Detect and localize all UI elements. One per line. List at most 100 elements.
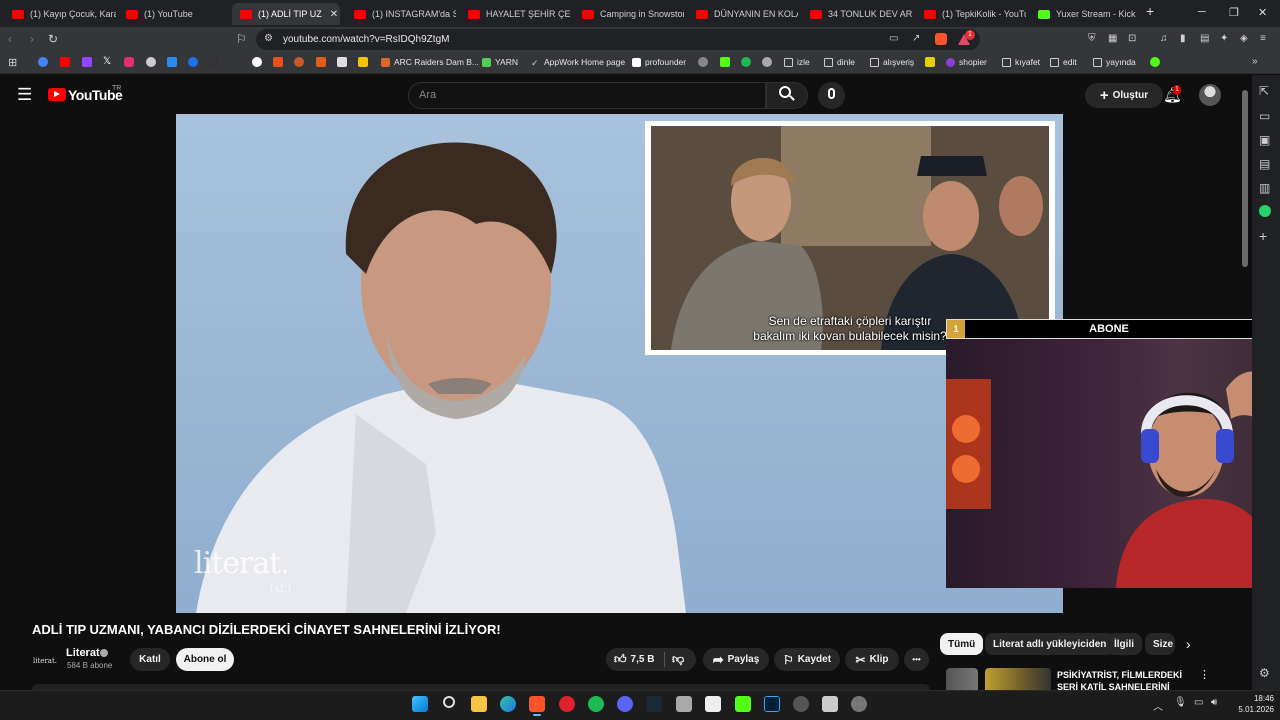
music-icon[interactable]: ♫ (1160, 33, 1168, 44)
back-icon[interactable]: ‹ (8, 32, 12, 46)
side-list-icon[interactable]: ▤ (1259, 157, 1270, 171)
openai-icon[interactable] (762, 57, 772, 67)
bookmark-yarn[interactable]: YARN (482, 57, 518, 67)
app2-icon[interactable] (822, 696, 838, 712)
opera-icon[interactable] (559, 696, 575, 712)
maximize-icon[interactable]: ❐ (1229, 6, 1239, 19)
side-tv-icon[interactable]: ▭ (1259, 109, 1270, 123)
chips-next-icon[interactable]: › (1186, 636, 1191, 652)
edge-icon[interactable] (500, 696, 516, 712)
bookmark-folder-yayinda[interactable]: yayında (1093, 57, 1136, 67)
bookmark-folder-kiyafet[interactable]: kıyafet (1002, 57, 1040, 67)
tab-4[interactable]: (1) INSTAGRAM'da SA (346, 3, 456, 25)
avatar[interactable] (1199, 84, 1221, 106)
misc-icon[interactable] (698, 57, 708, 67)
share-icon[interactable]: ↗ (912, 33, 920, 44)
youtube-icon[interactable] (60, 57, 70, 67)
obs-icon[interactable] (705, 696, 721, 712)
bookmark-folder-edit[interactable]: edit (1050, 57, 1077, 67)
steam-icon[interactable] (646, 696, 662, 712)
photoshop-icon[interactable] (764, 696, 780, 712)
x-icon[interactable]: 𝕏 (103, 56, 111, 67)
tab-3-active[interactable]: (1) ADLİ TIP UZ ✕ (232, 3, 340, 25)
side-add-icon[interactable]: + (1259, 228, 1267, 244)
chip-from-uploader[interactable]: Literat adlı yükleyiciden (985, 633, 1115, 655)
cloud-icon[interactable] (167, 57, 177, 67)
tray-chevron-icon[interactable]: ︿ (1153, 698, 1163, 713)
mic-tray-icon[interactable]: 🎙︎ (1174, 697, 1187, 708)
green-icon[interactable] (1150, 57, 1160, 67)
discord-icon[interactable] (617, 696, 633, 712)
bookmark-appwork[interactable]: ✓ AppWork Home page (531, 57, 625, 68)
like-icon[interactable]: 👍︎ (614, 652, 627, 667)
menu-icon[interactable]: ≡ (1260, 33, 1266, 44)
site-info-icon[interactable]: ⚙ (264, 33, 273, 44)
network-icon[interactable]: ▭ (1194, 697, 1203, 708)
bookmark-icon[interactable]: ⚐ (236, 32, 247, 46)
tab-9[interactable]: (1) TepkiKolik - YouTu (916, 3, 1026, 25)
side-settings-icon[interactable]: ⚙ (1259, 666, 1270, 680)
y-icon[interactable] (925, 57, 935, 67)
channel-avatar[interactable]: literat. (33, 649, 57, 673)
brave-icon[interactable] (529, 696, 545, 712)
spotify-icon[interactable] (741, 57, 751, 67)
apps-icon[interactable]: ⊞ (8, 56, 17, 69)
bookmark-shopier[interactable]: shopier (946, 57, 987, 67)
yellow-icon[interactable] (358, 57, 368, 67)
tab-8[interactable]: 34 TONLUK DEV ARAÇ (802, 3, 912, 25)
bookmark-folder-alisveris[interactable]: alışveriş (870, 57, 914, 67)
minimize-icon[interactable]: ─ (1198, 6, 1206, 18)
sidebar-icon[interactable]: ▮ (1180, 33, 1186, 44)
share-button[interactable]: ➦ Paylaş (703, 648, 769, 671)
join-button[interactable]: Katıl (130, 648, 170, 671)
extension-icon[interactable]: ▦ (1108, 33, 1117, 44)
circle-icon[interactable] (252, 57, 262, 67)
clip-button[interactable]: ✂ Klip (845, 648, 899, 671)
like-count[interactable]: 7,5 B (631, 654, 655, 665)
app-icon[interactable] (793, 696, 809, 712)
bookmark-folder-izle[interactable]: izle (784, 57, 810, 67)
rec-more-icon[interactable]: ⋮ (1199, 668, 1210, 681)
search-icon[interactable] (443, 696, 455, 708)
close-icon[interactable]: ✕ (330, 9, 338, 20)
tab-6[interactable]: Camping in Snowstorm (574, 3, 684, 25)
tab-5[interactable]: HAYALET ŞEHİR ÇERNO (460, 3, 570, 25)
volume-icon[interactable]: 🔊︎ (1211, 697, 1217, 708)
bookmark-profounder[interactable]: profounder (632, 57, 686, 67)
tab-1[interactable]: (1) Kayıp Çocuk, Karan (4, 3, 116, 25)
window-close-icon[interactable]: ✕ (1258, 6, 1267, 19)
dislike-icon[interactable]: 👎︎ (672, 652, 684, 667)
tab-2[interactable]: (1) YouTube (118, 3, 228, 25)
rec-thumb-left[interactable] (946, 668, 978, 690)
screenshot-icon[interactable]: ⊡ (1128, 33, 1136, 44)
start-icon[interactable] (412, 696, 428, 712)
clock[interactable]: 18:46 5.01.2026 (1234, 693, 1274, 715)
hd-icon[interactable] (273, 57, 283, 67)
side-wallet-icon[interactable]: ▣ (1259, 133, 1270, 147)
spotify-icon[interactable] (588, 696, 604, 712)
chip-all[interactable]: Tümü (940, 633, 984, 655)
bookmark-folder-dinle[interactable]: dinle (824, 57, 855, 67)
scrollbar-thumb[interactable] (1242, 90, 1248, 267)
channel-name[interactable]: Literat (66, 647, 100, 659)
ai-icon[interactable]: ✦ (1220, 33, 1228, 44)
tab-7[interactable]: DÜNYANIN EN KOLAY (688, 3, 798, 25)
side-expand-icon[interactable]: ⇱ (1259, 84, 1269, 98)
file-explorer-icon[interactable] (471, 696, 487, 712)
amazon-icon[interactable] (337, 57, 347, 67)
instagram-icon[interactable] (124, 57, 134, 67)
more-bookmarks-icon[interactable]: » (1252, 56, 1258, 67)
hamburger-menu-icon[interactable]: ☰ (17, 85, 32, 105)
url-text[interactable]: youtube.com/watch?v=RsIDQh9ZtgM (283, 34, 449, 45)
tab-10[interactable]: Yuxer Stream - Kick (1030, 3, 1140, 25)
chip-related[interactable]: İlgili (1106, 633, 1142, 655)
vpn-icon[interactable]: ◈ (1240, 33, 1248, 44)
side-reader-icon[interactable]: ▥ (1259, 181, 1270, 195)
new-tab-button[interactable]: + (1146, 3, 1154, 19)
orange-icon[interactable] (294, 57, 304, 67)
chip-for-you[interactable]: Size (1145, 633, 1175, 655)
save-button[interactable]: ⚐ Kaydet (774, 648, 840, 671)
shield-icon[interactable]: ⛨ (1088, 33, 1096, 44)
reload-icon[interactable]: ↻ (48, 32, 58, 46)
kick-app-icon[interactable] (735, 696, 751, 712)
